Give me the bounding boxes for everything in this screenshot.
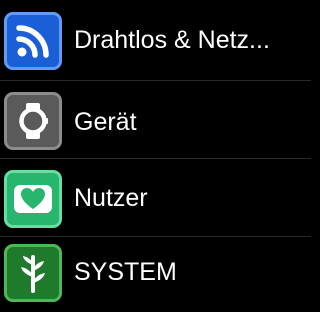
settings-item-label: Drahtlos & Netz... <box>74 26 270 54</box>
settings-item-device[interactable]: Gerät <box>0 82 311 160</box>
settings-item-system[interactable]: SYSTEM <box>0 234 311 312</box>
settings-item-user[interactable]: Nutzer <box>0 160 311 238</box>
divider <box>0 80 311 81</box>
settings-item-label: Nutzer <box>74 184 148 212</box>
settings-item-label: SYSTEM <box>74 258 177 286</box>
heart-icon <box>4 170 62 228</box>
plant-icon <box>4 244 62 302</box>
divider <box>0 158 311 159</box>
settings-item-wireless[interactable]: Drahtlos & Netz... <box>0 0 311 78</box>
watch-icon <box>4 92 62 150</box>
settings-item-label: Gerät <box>74 108 137 136</box>
settings-list: Drahtlos & Netz... Gerät Nutzer SYSTEM <box>0 0 311 312</box>
wireless-icon <box>4 12 62 70</box>
